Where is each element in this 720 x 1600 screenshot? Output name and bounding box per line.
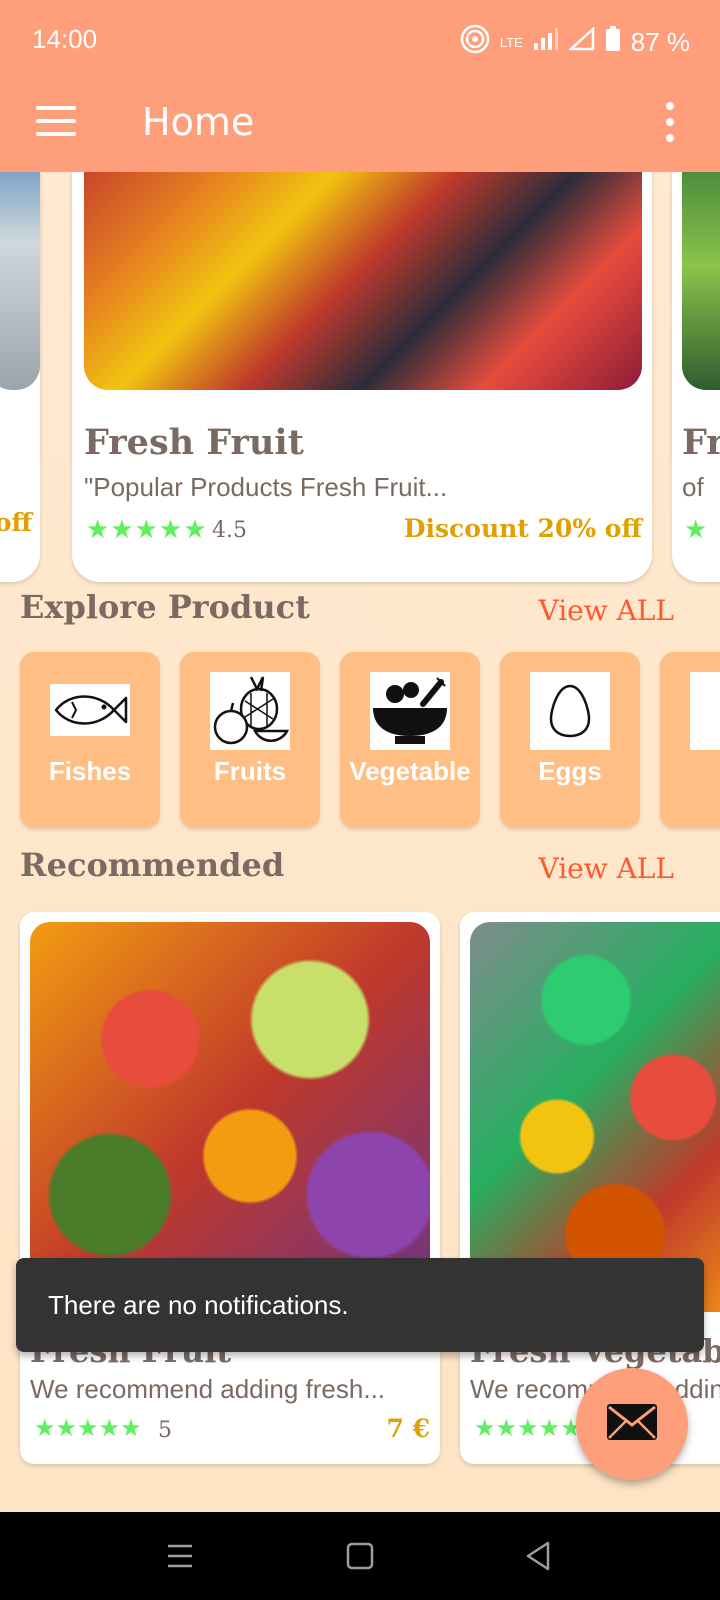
category-vegetable[interactable]: Vegetable — [340, 652, 480, 828]
recommended-card[interactable]: Fresh Vegetabl We recommend adding fresh… — [460, 912, 720, 1464]
back-icon[interactable] — [516, 1534, 560, 1578]
product-price: 7 € — [386, 1414, 431, 1443]
hero-title: Fr — [682, 422, 720, 463]
recommended-view-all-link[interactable]: View ALL — [538, 852, 674, 885]
recent-apps-icon[interactable] — [158, 1534, 202, 1578]
category-label: Vegetable — [349, 756, 471, 786]
hero-card-next[interactable]: Fr of ★ — [672, 172, 720, 582]
hero-image — [84, 172, 642, 390]
notification-toast: There are no notifications. — [16, 1258, 704, 1352]
fish-icon — [50, 684, 130, 736]
category-partial[interactable]: M — [660, 652, 720, 828]
hero-image — [0, 172, 40, 390]
category-eggs[interactable]: Eggs — [500, 652, 640, 828]
hero-discount: Discount 20% off — [403, 514, 642, 543]
mail-icon — [607, 1403, 657, 1445]
app-bar: Home — [0, 80, 720, 172]
product-description: We recommend adding fresh... — [30, 1374, 386, 1404]
category-fruits[interactable]: Fruits — [180, 652, 320, 828]
rating-stars: ★★★★★ — [34, 1415, 142, 1442]
fruits-icon — [210, 672, 290, 750]
rating-stars: ★★★★★ — [474, 1415, 582, 1442]
category-list[interactable]: Fishes Fruits Vegetable Eggs M — [0, 652, 720, 832]
battery-level: 87 % — [630, 27, 690, 57]
hero-card-previous[interactable]: off — [0, 172, 40, 582]
rating-value: 5 — [158, 1418, 172, 1443]
signal-icon — [533, 27, 559, 58]
hotspot-icon — [460, 24, 490, 61]
home-icon[interactable] — [338, 1534, 382, 1578]
system-nav-bar — [0, 1512, 720, 1600]
category-fishes[interactable]: Fishes — [20, 652, 160, 828]
rating-value: 4.5 — [212, 518, 247, 543]
page-title: Home — [142, 100, 255, 144]
category-label: M — [660, 756, 720, 787]
hero-card[interactable]: Fresh Fruit "Popular Products Fresh Frui… — [72, 172, 652, 582]
mail-fab-button[interactable] — [576, 1368, 688, 1480]
category-label: Eggs — [538, 756, 602, 786]
vegetable-bowl-icon — [370, 672, 450, 750]
hero-subtitle: "Popular Products Fresh Fruit... — [84, 472, 448, 502]
explore-section-title: Explore Product — [20, 588, 310, 626]
explore-view-all-link[interactable]: View ALL — [538, 594, 674, 627]
more-options-icon[interactable] — [664, 102, 676, 146]
rating-stars: ★★★★★ — [86, 514, 208, 544]
hero-subtitle: of — [682, 472, 704, 502]
category-label: Fishes — [48, 756, 132, 786]
signal-empty-icon — [567, 26, 595, 58]
menu-icon[interactable] — [36, 106, 76, 146]
category-label: Fruits — [213, 756, 287, 786]
partial-icon — [690, 672, 720, 750]
hero-image — [682, 172, 720, 390]
hero-title: Fresh Fruit — [84, 422, 304, 463]
egg-icon — [530, 672, 610, 750]
hero-carousel[interactable]: off Fresh Fruit "Popular Products Fresh … — [0, 172, 720, 582]
battery-icon — [605, 26, 621, 59]
recommended-section-title: Recommended — [20, 846, 285, 884]
hero-discount: off — [0, 508, 32, 537]
product-image — [470, 922, 720, 1312]
status-icons: LTE 87 % — [460, 24, 690, 61]
rating-stars: ★ — [684, 514, 708, 544]
product-image — [30, 922, 430, 1312]
recommended-card[interactable]: Fresh Fruit We recommend adding fresh...… — [20, 912, 440, 1464]
status-bar: 14:00 LTE 87 % — [0, 0, 720, 80]
network-type: LTE — [499, 35, 523, 50]
status-time: 14:00 — [32, 24, 98, 54]
